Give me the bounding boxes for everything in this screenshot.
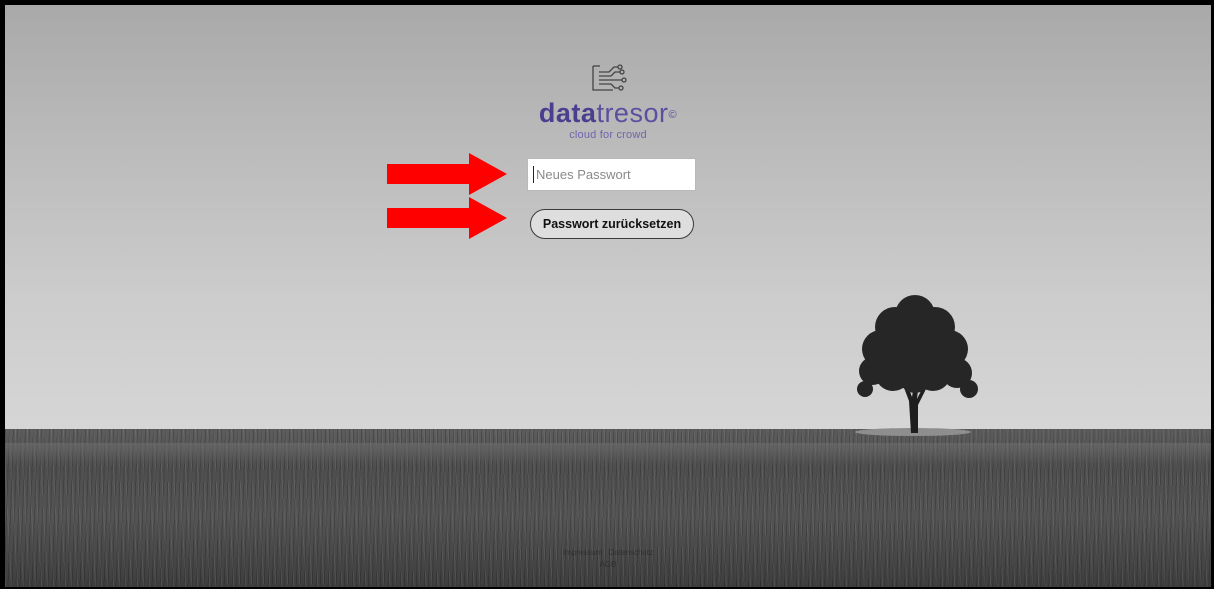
tree-icon: [855, 295, 978, 436]
brand-name-light: tresor: [596, 98, 669, 128]
footer-line-1: Impressum Datenschutz: [5, 547, 1211, 559]
field-band: [5, 443, 1211, 463]
brand-name-bold: data: [538, 98, 597, 128]
footer-link-agb[interactable]: AGB: [600, 560, 617, 569]
footer-link-impressum[interactable]: Impressum: [563, 548, 603, 557]
datatresor-circuit-logo-icon: [592, 64, 627, 91]
app-window: datatresor© cloud for crowd Passwort zur…: [5, 5, 1211, 587]
brand-logo: datatresor© cloud for crowd: [5, 62, 1211, 141]
footer: Impressum Datenschutz AGB: [5, 547, 1211, 571]
text-caret: [533, 166, 534, 183]
new-password-input[interactable]: [527, 158, 696, 191]
footer-line-2: AGB: [5, 559, 1211, 571]
brand-tagline: cloud for crowd: [569, 129, 647, 141]
brand-name: datatresor©: [5, 98, 1211, 128]
right-arrow-icon: [387, 153, 507, 195]
reset-password-button[interactable]: Passwort zurücksetzen: [530, 209, 694, 239]
right-arrow-icon: [387, 197, 507, 239]
registered-mark: ©: [668, 109, 678, 121]
footer-link-datenschutz[interactable]: Datenschutz: [609, 548, 653, 557]
